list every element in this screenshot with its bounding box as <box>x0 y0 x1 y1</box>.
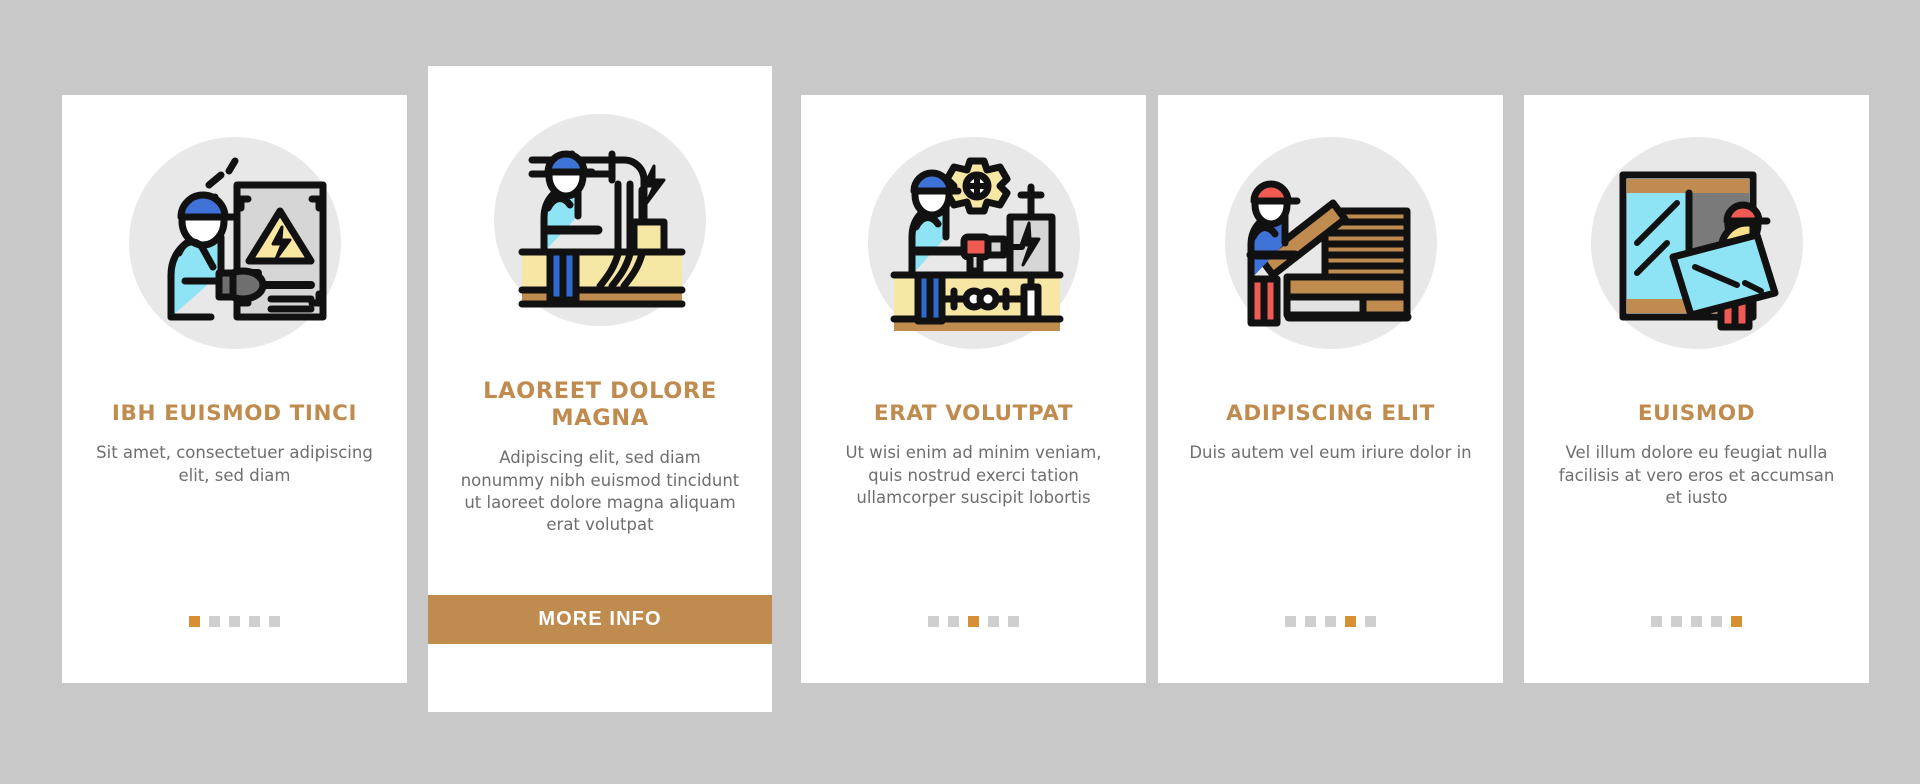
card-description-1: Sit amet, consectetuer adipiscing elit, … <box>96 443 373 485</box>
onboarding-card-4[interactable]: ADIPISCING ELIT Duis autem vel eum iriur… <box>1158 95 1503 683</box>
illustration-disc-1 <box>128 137 341 349</box>
pagination-dots-3[interactable] <box>801 616 1146 627</box>
electrician-inspecting-panel-icon <box>167 157 326 321</box>
pagination-dot[interactable] <box>1285 616 1296 627</box>
pagination-dot[interactable] <box>209 616 220 627</box>
card-title-5: EUISMOD <box>1637 401 1756 426</box>
pagination-dots-5[interactable] <box>1524 616 1869 627</box>
card-title-4: ADIPISCING ELIT <box>1226 401 1435 426</box>
pagination-dot[interactable] <box>1731 616 1742 627</box>
illustration-area-3 <box>801 137 1146 349</box>
worker-carrying-lumber-icon <box>1246 180 1411 327</box>
card-title-3: ERAT VOLUTPAT <box>873 401 1074 426</box>
illustration-disc-4 <box>1224 137 1437 349</box>
pagination-dot[interactable] <box>1671 616 1682 627</box>
card-description-2: Adipiscing elit, sed diam nonummy nibh e… <box>460 448 740 535</box>
card-description-5: Vel illum dolore eu feugiat nulla facili… <box>1558 443 1835 508</box>
pagination-dot[interactable] <box>1008 616 1019 627</box>
pagination-dots-1[interactable] <box>62 616 407 627</box>
illustration-disc-2 <box>494 114 706 326</box>
pagination-dot[interactable] <box>1305 616 1316 627</box>
pagination-dot[interactable] <box>189 616 200 627</box>
pagination-dot[interactable] <box>1325 616 1336 627</box>
pagination-dot[interactable] <box>1365 616 1376 627</box>
onboarding-card-2[interactable]: LAOREET DOLORE MAGNA Adipiscing elit, se… <box>428 66 772 712</box>
pagination-dots-4[interactable] <box>1158 616 1503 627</box>
more-info-button[interactable]: MORE INFO <box>428 595 772 644</box>
onboarding-card-1[interactable]: IBH EUISMOD TINCI Sit amet, consectetuer… <box>62 95 407 683</box>
pagination-dot[interactable] <box>249 616 260 627</box>
pagination-dot[interactable] <box>1345 616 1356 627</box>
pagination-dot[interactable] <box>928 616 939 627</box>
card-description-3: Ut wisi enim ad minim veniam, quis nostr… <box>845 443 1102 508</box>
illustration-area-1 <box>62 137 407 349</box>
illustration-area-4 <box>1158 137 1503 349</box>
illustration-disc-3 <box>867 137 1080 349</box>
pagination-dot[interactable] <box>948 616 959 627</box>
worker-installing-glass-panel-icon <box>1619 171 1778 331</box>
pagination-dot[interactable] <box>988 616 999 627</box>
card-title-2: LAOREET DOLORE MAGNA <box>483 378 717 431</box>
card-description-4: Duis autem vel eum iriure dolor in <box>1189 443 1472 463</box>
pagination-dot[interactable] <box>968 616 979 627</box>
illustration-disc-5 <box>1590 137 1803 349</box>
pagination-dot[interactable] <box>229 616 240 627</box>
worker-drill-electrical-post-icon <box>890 157 1063 331</box>
illustration-area-2 <box>428 114 772 326</box>
pagination-dot[interactable] <box>1691 616 1702 627</box>
pagination-dot[interactable] <box>1711 616 1722 627</box>
onboarding-card-3[interactable]: ERAT VOLUTPAT Ut wisi enim ad minim veni… <box>801 95 1146 683</box>
pagination-dot[interactable] <box>1651 616 1662 627</box>
onboarding-screens-stage: IBH EUISMOD TINCI Sit amet, consectetuer… <box>0 0 1920 784</box>
onboarding-card-5[interactable]: EUISMOD Vel illum dolore eu feugiat null… <box>1524 95 1869 683</box>
card-title-1: IBH EUISMOD TINCI <box>111 401 358 426</box>
pagination-dot[interactable] <box>269 616 280 627</box>
worker-cable-installation-icon <box>518 150 686 308</box>
illustration-area-5 <box>1524 137 1869 349</box>
